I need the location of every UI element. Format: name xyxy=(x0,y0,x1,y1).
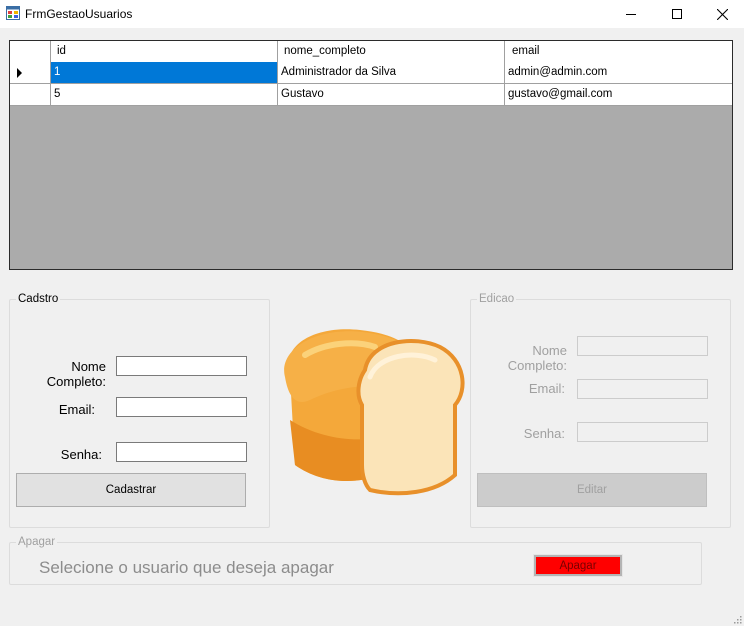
close-button[interactable] xyxy=(699,0,744,28)
edicao-nome-completo-label: Nome Completo: xyxy=(507,343,567,373)
minimize-button[interactable] xyxy=(608,0,654,28)
window-title: FrmGestaoUsuarios xyxy=(25,7,133,21)
email-label: Email: xyxy=(58,402,95,417)
close-icon xyxy=(716,8,728,20)
cadastrar-button[interactable]: Cadastrar xyxy=(16,473,246,507)
cadastro-group: Cadstro Nome Completo: Email: Senha: Cad… xyxy=(9,293,270,528)
edicao-nome-completo-input[interactable] xyxy=(577,336,708,356)
bread-loaf-icon xyxy=(284,329,465,496)
resize-grip-icon[interactable] xyxy=(732,614,742,624)
cell-email[interactable]: admin@admin.com xyxy=(505,62,732,84)
maximize-button[interactable] xyxy=(654,0,700,28)
table-row[interactable]: 5 Gustavo gustavo@gmail.com xyxy=(10,84,732,106)
nome-completo-label: Nome Completo: xyxy=(46,359,106,389)
current-row-arrow-icon xyxy=(17,68,22,78)
column-header-email[interactable]: email xyxy=(505,41,732,62)
editar-button[interactable]: Editar xyxy=(477,473,707,507)
nome-completo-input[interactable] xyxy=(116,356,247,376)
edicao-senha-label: Senha: xyxy=(523,426,565,441)
maximize-icon xyxy=(672,9,682,19)
column-header-id[interactable]: id xyxy=(51,41,278,62)
edicao-email-input[interactable] xyxy=(577,379,708,399)
cell-nome-completo[interactable]: Gustavo xyxy=(278,84,505,106)
cell-email[interactable]: gustavo@gmail.com xyxy=(505,84,732,106)
users-data-grid[interactable]: id nome_completo email 1 Administrador d… xyxy=(9,40,733,270)
edicao-group-title: Edicao xyxy=(477,293,517,305)
apagar-group: Apagar Selecione o usuario que deseja ap… xyxy=(9,536,702,585)
senha-input[interactable] xyxy=(116,442,247,462)
apagar-instruction-text: Selecione o usuario que deseja apagar xyxy=(39,558,334,577)
table-row[interactable]: 1 Administrador da Silva admin@admin.com xyxy=(10,62,732,84)
senha-label: Senha: xyxy=(60,447,102,462)
title-bar: FrmGestaoUsuarios xyxy=(0,0,744,28)
cadastro-group-title: Cadstro xyxy=(16,293,61,305)
row-header[interactable] xyxy=(10,84,51,106)
edicao-group: Edicao Nome Completo: Email: Senha: Edit… xyxy=(470,293,731,528)
grid-corner-header[interactable] xyxy=(10,41,51,62)
column-header-nome-completo[interactable]: nome_completo xyxy=(278,41,505,62)
edicao-email-label: Email: xyxy=(528,381,565,396)
apagar-button[interactable]: Apagar xyxy=(533,554,623,577)
cell-id[interactable]: 5 xyxy=(51,84,278,106)
apagar-group-title: Apagar xyxy=(16,536,58,548)
row-header[interactable] xyxy=(10,62,51,84)
cell-id[interactable]: 1 xyxy=(51,62,278,84)
grid-header-row: id nome_completo email xyxy=(10,41,732,63)
cell-nome-completo[interactable]: Administrador da Silva xyxy=(278,62,505,84)
email-input[interactable] xyxy=(116,397,247,417)
edicao-senha-input[interactable] xyxy=(577,422,708,442)
form-icon xyxy=(6,6,20,20)
minimize-icon xyxy=(626,14,636,15)
